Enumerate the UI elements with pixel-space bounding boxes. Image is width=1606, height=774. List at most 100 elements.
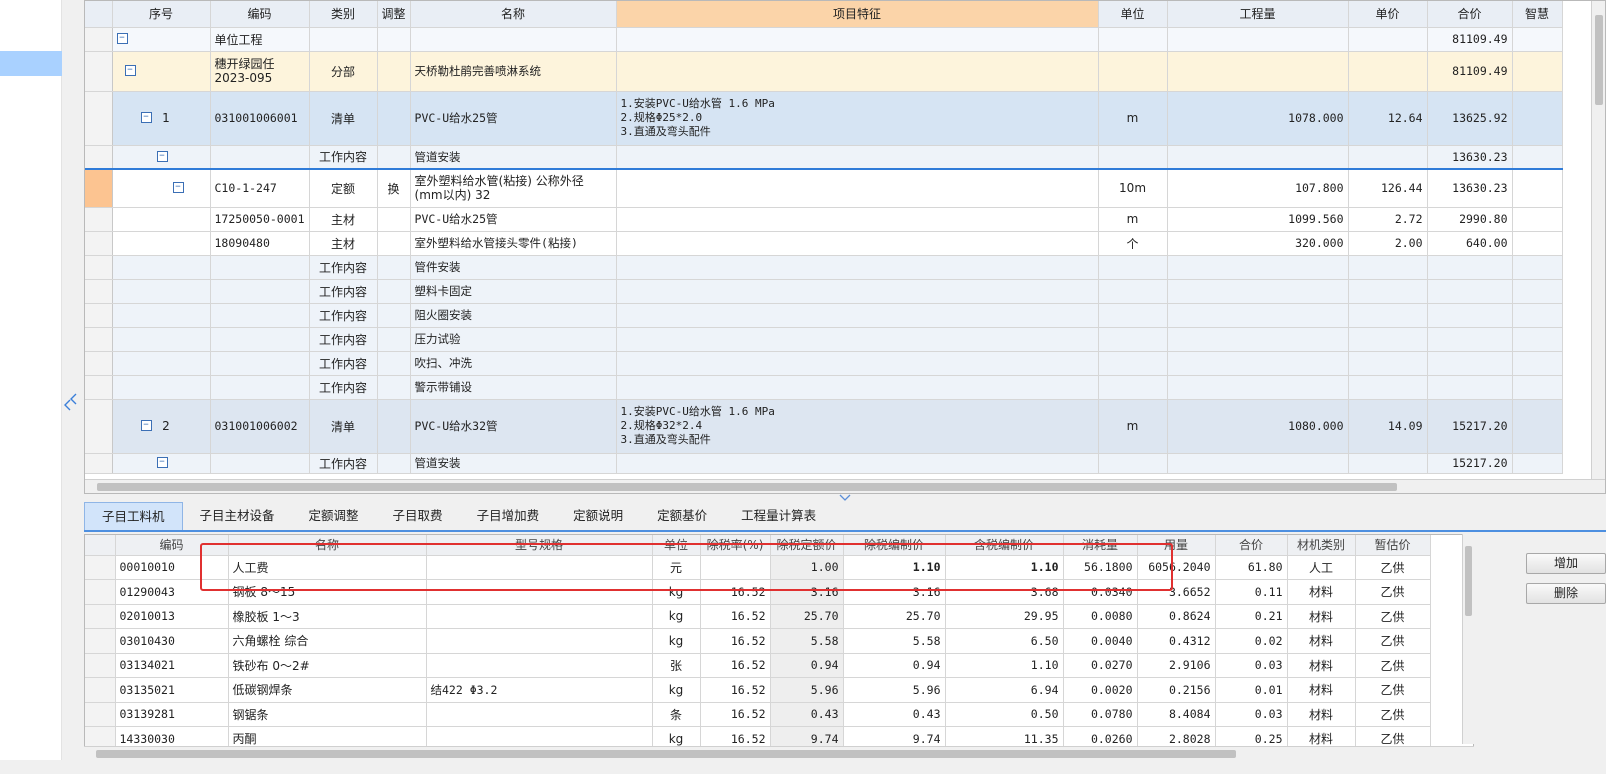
cell-seq[interactable] xyxy=(112,255,211,280)
cell-usage[interactable]: 0.4312 xyxy=(1137,628,1216,654)
cell-name[interactable]: PVC-U给水25管 xyxy=(410,207,617,232)
cell-total[interactable]: 81109.49 xyxy=(1427,51,1513,92)
add-button[interactable]: 增加 xyxy=(1526,553,1606,574)
cell-cat[interactable]: 人工 xyxy=(1287,555,1356,580)
cell-cat[interactable]: 材料 xyxy=(1287,653,1356,678)
cell-feature[interactable] xyxy=(616,231,1099,256)
cell-code[interactable]: 031001006001 xyxy=(210,91,310,146)
cell-code[interactable]: 单位工程 xyxy=(210,27,310,52)
cell-unit[interactable] xyxy=(1098,255,1168,280)
cell-type[interactable]: 工作内容 xyxy=(309,255,378,280)
cell-seq[interactable] xyxy=(112,303,211,328)
cell-spec[interactable] xyxy=(426,702,653,727)
cell-smart[interactable] xyxy=(1512,279,1563,304)
cell-adj[interactable] xyxy=(377,145,411,170)
cell-smart[interactable] xyxy=(1512,453,1563,474)
cell-rate[interactable] xyxy=(700,555,771,580)
header-tax-rate[interactable]: 除税率(%) xyxy=(700,535,771,556)
table-row[interactable]: 03135021 低碳钢焊条 结422 Φ3.2 kg 16.52 5.96 5.96 6.9… xyxy=(85,677,1431,703)
cell-smart[interactable] xyxy=(1512,91,1563,146)
cell-qty[interactable] xyxy=(1167,453,1349,474)
cell-smart[interactable] xyxy=(1512,51,1563,92)
cell-base[interactable]: 3.16 xyxy=(770,579,844,605)
cell-seq[interactable] xyxy=(112,327,211,352)
cell-price[interactable] xyxy=(1348,279,1428,304)
cell-adj[interactable] xyxy=(377,453,411,474)
cell-adj[interactable] xyxy=(377,207,411,232)
cell-smart[interactable] xyxy=(1512,168,1563,208)
cell-est[interactable]: 乙供 xyxy=(1355,579,1431,605)
left-nav-selected-item[interactable] xyxy=(0,51,62,76)
row-gutter[interactable] xyxy=(85,303,113,328)
cell-cat[interactable]: 材料 xyxy=(1287,604,1356,629)
cell-unit[interactable]: 张 xyxy=(652,653,701,678)
lower-vertical-scrollbar[interactable] xyxy=(1462,534,1474,744)
scroll-thumb[interactable] xyxy=(97,483,1397,491)
cell-est[interactable]: 乙供 xyxy=(1355,555,1431,580)
cell-price[interactable]: 2.00 xyxy=(1348,231,1428,256)
cell-name[interactable]: 人工费 xyxy=(228,555,427,580)
cell-tax-ex[interactable]: 0.43 xyxy=(843,702,946,727)
cell-qty[interactable] xyxy=(1167,27,1349,52)
cell-unit[interactable]: 个 xyxy=(1098,231,1168,256)
cell-feature[interactable] xyxy=(616,168,1099,208)
row-gutter[interactable] xyxy=(85,677,116,703)
cell-name[interactable]: 室外塑料给水管(粘接) 公称外径(mm以内) 32 xyxy=(410,168,617,208)
cell-name[interactable]: 铁砂布 0～2# xyxy=(228,653,427,678)
cell-code[interactable]: 03135021 xyxy=(115,677,229,703)
bill-of-quantities-grid[interactable]: 序号 编码 类别 调整 名称 项目特征 单位 工程量 单价 合价 智慧 − 单位工… xyxy=(84,0,1606,494)
table-row[interactable]: 02010013 橡胶板 1～3 kg 16.52 25.70 25.70 29.95 0.0… xyxy=(85,604,1431,629)
cell-code[interactable] xyxy=(210,453,310,474)
minus-box-icon[interactable]: − xyxy=(124,65,136,76)
cell-price[interactable] xyxy=(1348,351,1428,376)
cell-total[interactable] xyxy=(1427,255,1513,280)
cell-total[interactable]: 15217.20 xyxy=(1427,453,1513,474)
cell-price[interactable] xyxy=(1348,453,1428,474)
cell-unit[interactable] xyxy=(1098,453,1168,474)
cell-tax-in[interactable]: 29.95 xyxy=(945,604,1064,629)
cell-adj[interactable] xyxy=(377,327,411,352)
cell-name[interactable] xyxy=(410,27,617,52)
cell-qty[interactable] xyxy=(1167,145,1349,170)
cell-unit[interactable] xyxy=(1098,51,1168,92)
row-gutter[interactable] xyxy=(85,579,116,605)
cell-base[interactable]: 0.43 xyxy=(770,702,844,727)
cell-code[interactable] xyxy=(210,351,310,376)
cell-price[interactable]: 14.09 xyxy=(1348,399,1428,454)
cell-total[interactable] xyxy=(1427,351,1513,376)
cell-type[interactable]: 工作内容 xyxy=(309,453,378,474)
cell-total[interactable]: 13630.23 xyxy=(1427,168,1513,208)
header-type[interactable]: 类别 xyxy=(309,1,378,28)
row-gutter[interactable] xyxy=(85,27,113,52)
cell-rate[interactable]: 16.52 xyxy=(700,702,771,727)
cell-feature[interactable] xyxy=(616,453,1099,474)
scroll-thumb[interactable] xyxy=(96,750,1236,758)
cell-price[interactable]: 2.72 xyxy=(1348,207,1428,232)
cell-code[interactable]: C10-1-247 xyxy=(210,168,310,208)
cell-seq[interactable] xyxy=(112,279,211,304)
cell-qty[interactable] xyxy=(1167,351,1349,376)
table-row[interactable]: 工作内容 管件安装 xyxy=(85,255,1563,280)
cell-type[interactable]: 定额 xyxy=(309,168,378,208)
cell-unit[interactable]: 10m xyxy=(1098,168,1168,208)
cell-qty[interactable] xyxy=(1167,375,1349,400)
header-estimate[interactable]: 暂估价 xyxy=(1355,535,1431,556)
tab-main-material-equipment[interactable]: 子目主材设备 xyxy=(183,502,292,530)
cell-seq[interactable]: − xyxy=(112,145,211,170)
row-gutter[interactable] xyxy=(85,653,116,678)
cell-name[interactable]: 塑料卡固定 xyxy=(410,279,617,304)
cell-type[interactable]: 主材 xyxy=(309,207,378,232)
cell-code[interactable]: 穗开绿园任2023-095 xyxy=(210,51,310,92)
header-unit[interactable]: 单位 xyxy=(652,535,701,556)
cell-cat[interactable]: 材料 xyxy=(1287,677,1356,703)
scroll-thumb[interactable] xyxy=(1465,546,1472,616)
row-gutter[interactable] xyxy=(85,207,113,232)
cell-smart[interactable] xyxy=(1512,375,1563,400)
cell-unit[interactable]: m xyxy=(1098,399,1168,454)
cell-seq[interactable] xyxy=(112,351,211,376)
cell-type[interactable] xyxy=(309,27,378,52)
cell-code[interactable] xyxy=(210,279,310,304)
table-row[interactable]: − 工作内容 管道安装 15217.20 xyxy=(85,453,1563,474)
header-total[interactable]: 合价 xyxy=(1215,535,1288,556)
cell-name[interactable]: 橡胶板 1～3 xyxy=(228,604,427,629)
